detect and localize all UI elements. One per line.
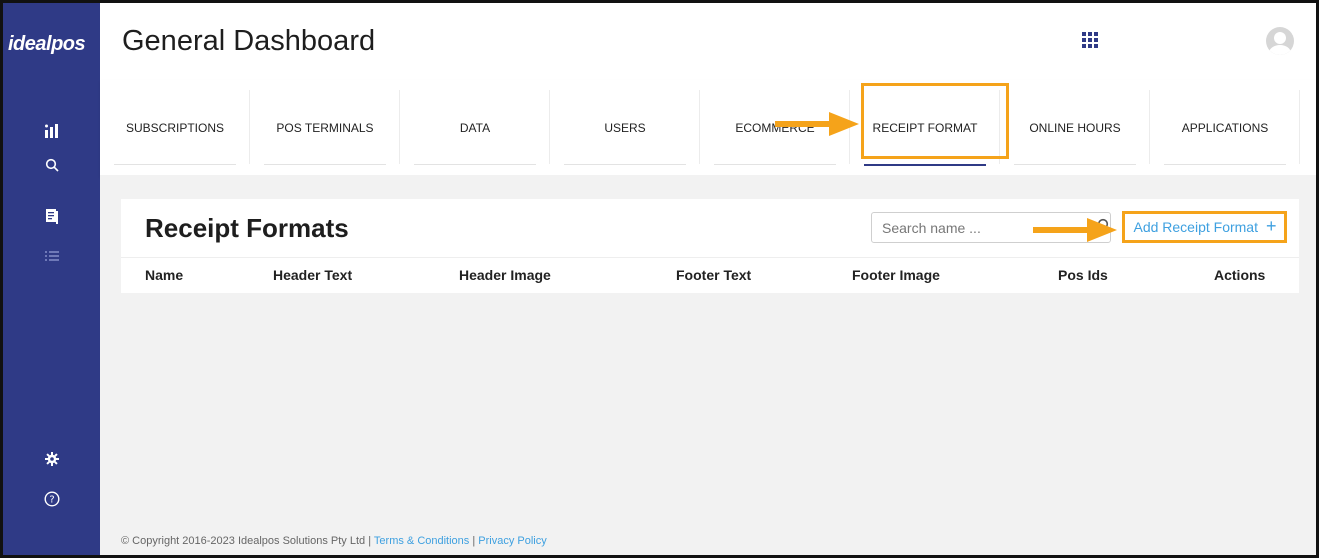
tab-users[interactable]: USERS [550, 80, 700, 175]
column-header-actions[interactable]: Actions [1214, 267, 1265, 283]
tab-underline [564, 164, 686, 165]
tab-active-underline [864, 164, 986, 166]
gear-icon[interactable] [3, 447, 100, 471]
tab-label: APPLICATIONS [1181, 120, 1269, 135]
avatar-head [1274, 32, 1286, 44]
privacy-link[interactable]: Privacy Policy [478, 535, 546, 547]
top-header: General Dashboard [100, 3, 1316, 81]
tab-label: SUBSCRIPTIONS [125, 120, 224, 135]
arrow-icon [775, 112, 859, 136]
tab-underline [1164, 164, 1286, 165]
table-header: Name Header Text Header Image Footer Tex… [121, 257, 1299, 294]
tab-underline [414, 164, 536, 165]
tab-bar: SUBSCRIPTIONS POS TERMINALS DATA USERS E… [100, 80, 1316, 175]
column-header-footer-image[interactable]: Footer Image [852, 267, 940, 283]
column-header-pos-ids[interactable]: Pos Ids [1058, 267, 1108, 283]
column-header-header-text[interactable]: Header Text [273, 267, 352, 283]
user-avatar[interactable] [1266, 27, 1294, 55]
app-window: idealpos ? General Dashboard SUBSCRIPTIO… [0, 0, 1319, 558]
tab-label: POS TERMINALS [276, 120, 374, 135]
column-header-header-image[interactable]: Header Image [459, 267, 551, 283]
tab-pos-terminals[interactable]: POS TERMINALS [250, 80, 400, 175]
tab-underline [264, 164, 386, 165]
footer: © Copyright 2016-2023 Idealpos Solutions… [121, 535, 547, 555]
search-icon[interactable] [3, 153, 100, 177]
receipt-format-tab-highlight [861, 83, 1009, 159]
sidebar: idealpos ? [3, 3, 100, 555]
help-circle-icon[interactable]: ? [3, 487, 100, 511]
list-icon[interactable] [3, 244, 100, 268]
tab-label: ONLINE HOURS [1029, 120, 1121, 135]
section-title: Receipt Formats [145, 213, 349, 243]
grid-icon[interactable] [1082, 32, 1098, 53]
bar-chart-icon[interactable] [3, 119, 100, 143]
page-title: General Dashboard [122, 25, 376, 57]
tab-subscriptions[interactable]: SUBSCRIPTIONS [100, 80, 250, 175]
tab-data[interactable]: DATA [400, 80, 550, 175]
svg-text:?: ? [49, 495, 54, 506]
tab-applications[interactable]: APPLICATIONS [1150, 80, 1300, 175]
tab-underline [114, 164, 236, 165]
tab-underline [1014, 164, 1136, 165]
tab-online-hours[interactable]: ONLINE HOURS [1000, 80, 1150, 175]
footer-separator: | [469, 535, 479, 547]
add-button-highlight [1122, 211, 1287, 243]
arrow-icon [1033, 218, 1117, 242]
tab-label: DATA [459, 120, 491, 135]
document-icon[interactable] [3, 204, 100, 228]
tab-underline [714, 164, 836, 165]
column-header-name[interactable]: Name [145, 267, 183, 283]
copyright-text: © Copyright 2016-2023 Idealpos Solutions… [121, 535, 374, 547]
tab-label: USERS [604, 120, 646, 135]
terms-link[interactable]: Terms & Conditions [374, 535, 469, 547]
logo: idealpos [8, 33, 86, 55]
column-header-footer-text[interactable]: Footer Text [676, 267, 751, 283]
avatar-shoulders [1269, 45, 1291, 55]
tab-divider [1299, 90, 1300, 164]
